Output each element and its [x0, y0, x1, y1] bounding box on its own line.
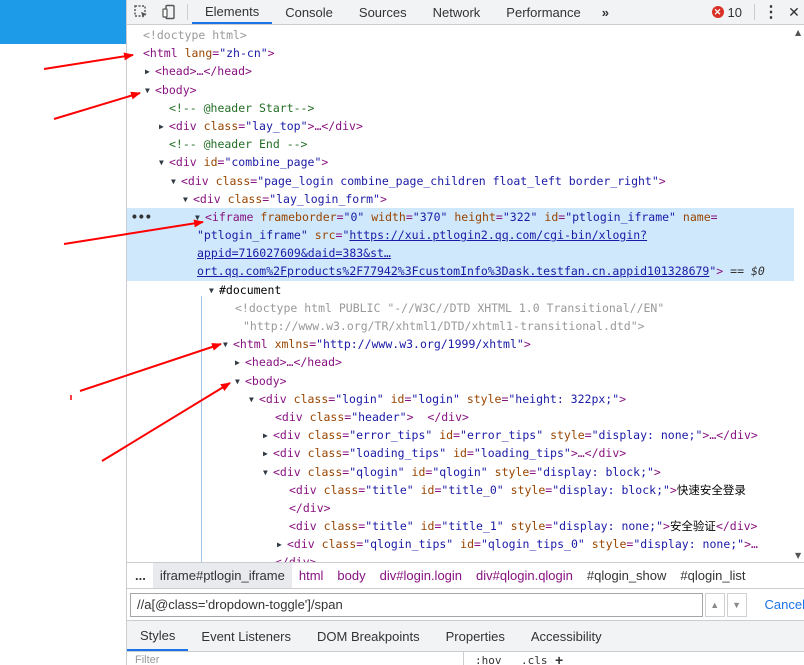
breadcrumb-item-qlogin-show[interactable]: #qlogin_show: [580, 563, 674, 588]
sidebar-tabs: Styles Event Listeners DOM Breakpoints P…: [127, 620, 804, 652]
tree-node-div-qlogin-tips[interactable]: ▶ <div class="qlogin_tips" id="qlogin_tip…: [127, 535, 804, 553]
tab-console[interactable]: Console: [272, 0, 346, 24]
collapse-arrow-icon[interactable]: ▼: [159, 154, 169, 172]
page-header-block: [0, 0, 126, 44]
scroll-up-icon[interactable]: ▲: [795, 28, 801, 37]
tree-node-div-lay-login-form[interactable]: ▼ <div class="lay_login_form">: [127, 190, 804, 208]
tab-network[interactable]: Network: [420, 0, 494, 24]
tree-node-inner-html[interactable]: ▼ <html xmlns="http://www.w3.org/1999/xht…: [127, 335, 804, 353]
collapse-arrow-icon[interactable]: ▼: [183, 191, 193, 209]
tree-node-document[interactable]: ▼ #document: [127, 281, 804, 299]
breadcrumb-ellipsis[interactable]: ...: [127, 563, 153, 588]
filter-divider: [463, 652, 464, 665]
iframe-src-link[interactable]: ort.qq.com%2Fproducts%2F77942%3FcustomIn…: [197, 264, 709, 278]
tab-properties[interactable]: Properties: [433, 621, 518, 651]
page-viewport: [0, 0, 126, 665]
breadcrumb-item-iframe[interactable]: iframe#ptlogin_iframe: [152, 563, 292, 588]
tab-sources[interactable]: Sources: [346, 0, 420, 24]
inspect-element-icon[interactable]: [127, 0, 155, 24]
cls-button[interactable]: .cls: [521, 654, 548, 665]
tree-node-doctype-xhtml[interactable]: <!doctype html PUBLIC "-//W3C//DTD XHTML…: [127, 299, 804, 317]
breadcrumb-item-html[interactable]: html: [292, 563, 331, 588]
expand-arrow-icon[interactable]: ▶: [263, 445, 273, 463]
breadcrumb: ... iframe#ptlogin_iframe html body div#…: [127, 562, 804, 588]
cancel-button[interactable]: Cancel: [765, 597, 804, 612]
tree-node-comment[interactable]: <!-- @header Start-->: [127, 99, 804, 117]
expand-arrow-icon[interactable]: ▶: [263, 427, 273, 445]
more-tabs-icon[interactable]: »: [594, 0, 617, 24]
tree-node-div-combine-page[interactable]: ▼ <div id="combine_page">: [127, 153, 804, 171]
tab-accessibility[interactable]: Accessibility: [518, 621, 615, 651]
tree-node-html[interactable]: <html lang="zh-cn">: [127, 44, 804, 62]
tree-node-div-title1[interactable]: <div class="title" id="title_1" style="d…: [127, 517, 804, 535]
tree-node-div-page-login[interactable]: ▼ <div class="page_login combine_page_chi…: [127, 172, 804, 190]
search-prev-icon[interactable]: ▲: [704, 592, 725, 617]
iframe-src-link[interactable]: https://xui.ptlogin2.qq.com/cgi-bin/xlog…: [349, 228, 647, 242]
collapse-arrow-icon[interactable]: ▼: [145, 82, 155, 100]
search-bar: ▲ ▼ Cancel: [127, 588, 804, 620]
collapse-arrow-icon[interactable]: ▼: [195, 209, 205, 227]
error-icon: ✕: [711, 6, 724, 18]
tree-node-div-close[interactable]: </div>: [127, 553, 804, 562]
collapse-arrow-icon[interactable]: ▼: [249, 391, 259, 409]
tree-node-div-lay-top[interactable]: ▶ <div class="lay_top">…</div>: [127, 117, 804, 135]
tree-node-head[interactable]: ▶ <head>…</head>: [127, 62, 804, 80]
tree-node-body[interactable]: ▼ <body>: [127, 81, 804, 99]
hov-button[interactable]: :hov: [475, 654, 502, 665]
tree-scrollbar[interactable]: ▲ ▼: [794, 26, 804, 562]
collapse-arrow-icon[interactable]: ▼: [235, 373, 245, 391]
tree-node-iframe-selected[interactable]: ••• ▼ <iframe frameborder="0" width="370" …: [127, 207, 804, 227]
tree-node-div-login[interactable]: ▼ <div class="login" id="login" style="he…: [127, 390, 804, 408]
collapse-arrow-icon[interactable]: ▼: [223, 336, 233, 354]
error-count: 10: [727, 4, 742, 20]
breadcrumb-item-div-qlogin[interactable]: div#qlogin.qlogin: [469, 563, 580, 588]
scroll-down-icon[interactable]: ▼: [795, 551, 801, 560]
tab-dom-breakpoints[interactable]: DOM Breakpoints: [304, 621, 433, 651]
device-toolbar-icon[interactable]: [155, 0, 183, 24]
add-rule-icon[interactable]: +: [555, 652, 563, 665]
tree-node-inner-head[interactable]: ▶ <head>…</head>: [127, 353, 804, 371]
devtools-tabbar: Elements Console Sources Network Perform…: [127, 0, 804, 25]
search-input[interactable]: [130, 592, 703, 617]
breadcrumb-item-body[interactable]: body: [330, 563, 372, 588]
tree-node-iframe-selected-cont[interactable]: "ptlogin_iframe" src="https://xui.ptlogi…: [127, 226, 804, 245]
tree-node-div-error-tips[interactable]: ▶ <div class="error_tips" id="error_tips"…: [127, 426, 804, 444]
tree-node-div-loading-tips[interactable]: ▶ <div class="loading_tips" id="loading_t…: [127, 444, 804, 462]
expand-arrow-icon[interactable]: ▶: [277, 536, 287, 554]
breadcrumb-item-qlogin-list[interactable]: #qlogin_list: [673, 563, 752, 588]
expand-arrow-icon[interactable]: ▶: [235, 354, 245, 372]
breadcrumb-item-div-login[interactable]: div#login.login: [373, 563, 469, 588]
expand-arrow-icon[interactable]: ▶: [159, 118, 169, 136]
tree-node-div-qlogin[interactable]: ▼ <div class="qlogin" id="qlogin" style="…: [127, 463, 804, 481]
search-next-icon[interactable]: ▼: [726, 592, 747, 617]
collapse-arrow-icon[interactable]: ▼: [171, 173, 181, 191]
tree-node-doctype-xhtml-cont[interactable]: "http://www.w3.org/TR/xhtml1/DTD/xhtml1-…: [127, 317, 804, 335]
collapse-arrow-icon[interactable]: ▼: [209, 282, 219, 300]
tree-node-inner-body[interactable]: ▼ <body>: [127, 372, 804, 390]
tab-performance[interactable]: Performance: [493, 0, 593, 24]
toolbar-divider: [754, 4, 755, 20]
error-counter[interactable]: ✕ 10: [704, 0, 750, 24]
expand-arrow-icon[interactable]: ▶: [145, 63, 155, 81]
filter-input[interactable]: Filter: [135, 654, 159, 665]
styles-filter-row: Filter :hov .cls +: [127, 652, 804, 665]
tree-node-comment[interactable]: <!-- @header End -->: [127, 135, 804, 153]
toolbar-divider: [187, 4, 188, 20]
elements-tree: <!doctype html> <html lang="zh-cn"> ▶ <he…: [127, 26, 804, 562]
collapse-arrow-icon[interactable]: ▼: [263, 464, 273, 482]
tree-node-div-title0[interactable]: <div class="title" id="title_0" style="d…: [127, 481, 804, 499]
devtools-panel: Elements Console Sources Network Perform…: [126, 0, 804, 665]
kebab-menu-icon[interactable]: ⋮: [759, 0, 783, 24]
tab-event-listeners[interactable]: Event Listeners: [188, 621, 304, 651]
tree-node-div-title0-close[interactable]: </div>: [127, 499, 804, 517]
close-devtools-icon[interactable]: ✕: [783, 0, 804, 24]
tree-node-doctype[interactable]: <!doctype html>: [127, 26, 804, 44]
tab-styles[interactable]: Styles: [127, 621, 189, 651]
tree-node-iframe-selected-cont[interactable]: ort.qq.com%2Fproducts%2F77942%3FcustomIn…: [127, 262, 804, 281]
tree-node-div-header[interactable]: <div class="header"> </div>: [127, 408, 804, 426]
node-actions-icon[interactable]: •••: [131, 208, 152, 226]
iframe-src-link[interactable]: appid=716027609&daid=383&st…: [197, 246, 391, 260]
tab-elements[interactable]: Elements: [192, 0, 273, 24]
tree-node-iframe-selected-cont[interactable]: appid=716027609&daid=383&st…: [127, 244, 804, 263]
